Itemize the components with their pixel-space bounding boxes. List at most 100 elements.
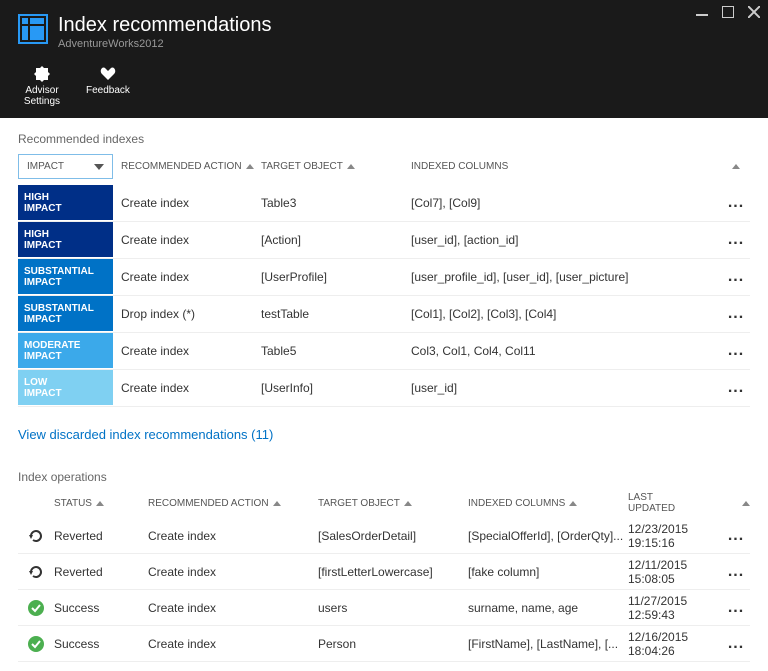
ops-action-cell: Create index [148, 601, 318, 615]
last-updated-cell: 11/27/2015 12:59:43 [628, 594, 722, 622]
target-cell: Table5 [261, 344, 411, 358]
action-cell: Create index [113, 233, 261, 247]
impact-badge: HIGHIMPACT [18, 222, 113, 258]
chevron-down-icon [94, 164, 104, 170]
gear-icon [34, 66, 50, 82]
status-cell: Success [54, 637, 148, 651]
status-column-header[interactable]: STATUS [18, 498, 148, 509]
chevron-up-icon [273, 501, 281, 506]
status-icon-cell [18, 600, 54, 616]
close-icon[interactable] [748, 6, 760, 18]
page-title: Index recommendations [58, 14, 271, 36]
ops-action-cell: Create index [148, 565, 318, 579]
action-cell: Create index [113, 196, 261, 210]
row-menu-button[interactable]: ... [722, 599, 750, 617]
impact-badge: HIGHIMPACT [18, 185, 113, 221]
operations-header-row: STATUS RECOMMENDED ACTION TARGET OBJECT … [18, 492, 750, 514]
row-menu-button[interactable]: ... [722, 268, 750, 286]
columns-cell: Col3, Col1, Col4, Col11 [411, 344, 722, 358]
view-discarded-link[interactable]: View discarded index recommendations (11… [18, 427, 273, 442]
table-row[interactable]: RevertedCreate index[firstLetterLowercas… [18, 554, 750, 590]
table-row[interactable]: HIGHIMPACTCreate indexTable3[Col7], [Col… [18, 185, 750, 222]
target-cell: [UserProfile] [261, 270, 411, 284]
row-menu-button[interactable]: ... [722, 635, 750, 653]
chevron-up-icon [404, 501, 412, 506]
columns-cell: [Col7], [Col9] [411, 196, 722, 210]
minimize-icon[interactable] [696, 6, 708, 18]
status-icon-cell [18, 528, 54, 544]
ops-columns-cell: [FirstName], [LastName], [... [468, 637, 628, 651]
last-updated-cell: 12/16/2015 18:04:26 [628, 630, 722, 658]
status-icon-cell [18, 636, 54, 652]
row-menu-button[interactable]: ... [722, 231, 750, 249]
table-row[interactable]: SUBSTANTIALIMPACTCreate index[UserProfil… [18, 259, 750, 296]
recommended-header-row: IMPACT RECOMMENDED ACTION TARGET OBJECT … [18, 154, 750, 179]
maximize-icon[interactable] [722, 6, 734, 18]
row-menu-button[interactable]: ... [722, 305, 750, 323]
action-cell: Create index [113, 270, 261, 284]
table-row[interactable]: HIGHIMPACTCreate index[Action][user_id],… [18, 222, 750, 259]
impact-badge: MODERATEIMPACT [18, 333, 113, 369]
table-row[interactable]: LOWIMPACTCreate index[UserInfo][user_id]… [18, 370, 750, 407]
last-updated-cell: 12/23/2015 19:15:16 [628, 522, 722, 550]
ops-action-cell: Create index [148, 637, 318, 651]
ops-columns-column-header[interactable]: INDEXED COLUMNS [468, 498, 628, 509]
impact-column-header[interactable]: IMPACT [18, 154, 113, 179]
feedback-button[interactable]: Feedback [86, 66, 130, 107]
ops-action-column-header[interactable]: RECOMMENDED ACTION [148, 498, 318, 509]
status-cell: Success [54, 601, 148, 615]
heart-icon [100, 66, 116, 82]
columns-cell: [user_id], [action_id] [411, 233, 722, 247]
table-row[interactable]: MODERATEIMPACTCreate indexTable5Col3, Co… [18, 333, 750, 370]
impact-badge: SUBSTANTIALIMPACT [18, 259, 113, 295]
columns-column-header[interactable]: INDEXED COLUMNS [411, 161, 750, 172]
chevron-up-icon [246, 164, 254, 169]
row-menu-button[interactable]: ... [722, 379, 750, 397]
action-column-header[interactable]: RECOMMENDED ACTION [113, 161, 261, 172]
action-cell: Drop index (*) [113, 307, 261, 321]
revert-icon [28, 528, 44, 544]
ops-columns-cell: surname, name, age [468, 601, 628, 615]
target-cell: [Action] [261, 233, 411, 247]
ops-target-column-header[interactable]: TARGET OBJECT [318, 498, 468, 509]
last-updated-cell: 12/11/2015 15:08:05 [628, 558, 722, 586]
columns-cell: [user_id] [411, 381, 722, 395]
target-cell: testTable [261, 307, 411, 321]
ops-target-cell: Person [318, 637, 468, 651]
target-cell: [UserInfo] [261, 381, 411, 395]
table-row[interactable]: SUBSTANTIALIMPACTDrop index (*)testTable… [18, 296, 750, 333]
columns-cell: [Col1], [Col2], [Col3], [Col4] [411, 307, 722, 321]
table-row[interactable]: RevertedCreate index[SalesOrderDetail][S… [18, 518, 750, 554]
status-cell: Reverted [54, 565, 148, 579]
ops-columns-cell: [SpecialOfferId], [OrderQty]... [468, 529, 628, 543]
chevron-up-icon [742, 501, 750, 506]
ops-action-cell: Create index [148, 529, 318, 543]
page-subtitle: AdventureWorks2012 [58, 38, 271, 50]
revert-icon [28, 564, 44, 580]
action-cell: Create index [113, 381, 261, 395]
chevron-up-icon [347, 164, 355, 169]
row-menu-button[interactable]: ... [722, 342, 750, 360]
status-cell: Reverted [54, 529, 148, 543]
titlebar: Index recommendations AdventureWorks2012… [0, 0, 768, 118]
action-cell: Create index [113, 344, 261, 358]
app-logo-icon [18, 14, 48, 44]
ops-target-cell: [SalesOrderDetail] [318, 529, 468, 543]
advisor-settings-button[interactable]: Advisor Settings [20, 66, 64, 107]
table-row[interactable]: SuccessCreate indexuserssurname, name, a… [18, 590, 750, 626]
target-column-header[interactable]: TARGET OBJECT [261, 161, 411, 172]
last-updated-column-header[interactable]: LAST UPDATED [628, 492, 750, 514]
impact-badge: LOWIMPACT [18, 370, 113, 406]
operations-section-title: Index operations [18, 470, 750, 484]
row-menu-button[interactable]: ... [722, 563, 750, 581]
chevron-up-icon [96, 501, 104, 506]
success-icon [28, 600, 44, 616]
table-row[interactable]: SuccessCreate indexPerson[FirstName], [L… [18, 626, 750, 662]
ops-target-cell: users [318, 601, 468, 615]
row-menu-button[interactable]: ... [722, 194, 750, 212]
recommended-section-title: Recommended indexes [18, 132, 750, 146]
ops-columns-cell: [fake column] [468, 565, 628, 579]
columns-cell: [user_profile_id], [user_id], [user_pict… [411, 270, 722, 284]
row-menu-button[interactable]: ... [722, 527, 750, 545]
chevron-up-icon [732, 164, 740, 169]
